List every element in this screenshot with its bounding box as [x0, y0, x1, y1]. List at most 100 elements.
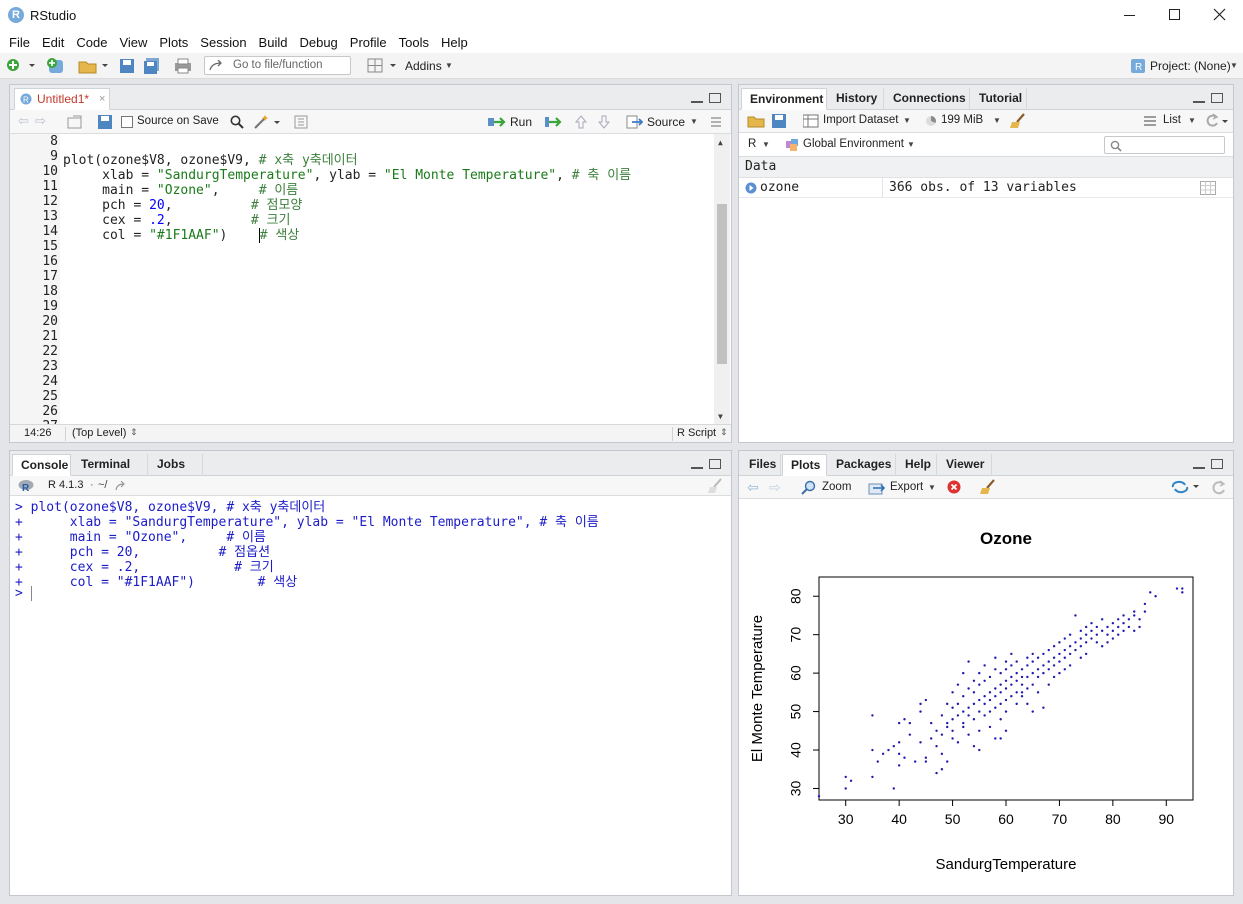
- maximize-button[interactable]: [1160, 4, 1190, 26]
- maximize-pane-icon[interactable]: [709, 93, 721, 103]
- search-icon[interactable]: [230, 115, 244, 129]
- clear-plots-broom-icon[interactable]: [979, 479, 997, 495]
- save-button[interactable]: [119, 58, 135, 74]
- remove-plot-icon[interactable]: [947, 480, 961, 494]
- close-button[interactable]: [1205, 4, 1235, 26]
- tab-help[interactable]: Help: [897, 454, 937, 476]
- scope-selector[interactable]: (Top Level): [72, 427, 126, 439]
- environment-row-ozone[interactable]: ozone 366 obs. of 13 variables: [739, 178, 1233, 198]
- tab-console[interactable]: Console: [12, 454, 71, 476]
- go-to-directory-icon[interactable]: [115, 481, 127, 491]
- menu-profile[interactable]: Profile: [345, 35, 392, 50]
- environment-scope-selector[interactable]: Global Environment ▼: [783, 136, 918, 154]
- console-output[interactable]: > plot(ozone$V8, ozone$V9, # x축 y축데이터 + …: [10, 496, 731, 895]
- minimize-pane-icon[interactable]: [1193, 459, 1205, 469]
- data-point: [1111, 621, 1115, 625]
- goto-file-input[interactable]: Go to file/function: [204, 56, 351, 75]
- pane-layout-button[interactable]: [367, 58, 397, 74]
- expand-object-icon[interactable]: [745, 182, 757, 194]
- plot-area[interactable]: Ozone 30 40 50 60 70 80 90 30 40 50 60 70 80 SandurgTe…: [739, 499, 1233, 895]
- menu-edit[interactable]: Edit: [37, 35, 69, 50]
- forward-arrow-icon[interactable]: ⇨: [35, 113, 46, 129]
- environment-search-input[interactable]: [1104, 136, 1225, 154]
- scrollbar-thumb[interactable]: [717, 204, 727, 364]
- show-in-window-icon[interactable]: [67, 115, 83, 129]
- menu-session[interactable]: Session: [195, 35, 251, 50]
- load-workspace-icon[interactable]: [747, 114, 765, 128]
- scroll-up-icon[interactable]: ▲: [718, 138, 723, 147]
- line-number: 18: [42, 284, 58, 299]
- code-content[interactable]: plot(ozone$V8, ozone$V9, # x축 y축데이터 xlab…: [63, 134, 703, 424]
- language-selector[interactable]: R ▼: [748, 137, 772, 153]
- clear-workspace-broom-icon[interactable]: [1009, 113, 1027, 129]
- filetype-selector[interactable]: R Script: [677, 427, 716, 439]
- maximize-pane-icon[interactable]: [1211, 93, 1223, 103]
- rerun-icon[interactable]: [545, 115, 565, 129]
- clear-console-broom-icon[interactable]: [707, 478, 725, 494]
- menu-tools[interactable]: Tools: [394, 35, 434, 50]
- minimize-button[interactable]: [1115, 4, 1145, 26]
- tab-viewer[interactable]: Viewer: [938, 454, 992, 476]
- tab-close-icon[interactable]: ×: [99, 89, 105, 110]
- scroll-down-icon[interactable]: ▼: [718, 412, 723, 421]
- view-table-icon[interactable]: [1200, 181, 1216, 195]
- code-tools-wand-icon[interactable]: [253, 114, 281, 130]
- new-project-icon[interactable]: [46, 57, 68, 75]
- memory-usage-button[interactable]: 199 MiB ▼: [925, 112, 1003, 130]
- data-point: [1175, 587, 1179, 590]
- data-point: [1090, 621, 1093, 625]
- menu-debug[interactable]: Debug: [294, 35, 342, 50]
- open-file-button[interactable]: [78, 57, 108, 75]
- tab-history[interactable]: History: [828, 88, 884, 110]
- previous-plot-icon[interactable]: ⇦: [747, 479, 759, 496]
- source-on-save-checkbox[interactable]: [121, 116, 133, 128]
- menu-help[interactable]: Help: [436, 35, 473, 50]
- editor-options-icon[interactable]: [709, 115, 723, 129]
- go-to-previous-section-icon[interactable]: [574, 114, 588, 130]
- maximize-pane-icon[interactable]: [709, 459, 721, 469]
- tab-terminal[interactable]: Terminal ×: [73, 454, 148, 492]
- save-workspace-icon[interactable]: [772, 114, 786, 128]
- minimize-pane-icon[interactable]: [691, 93, 703, 103]
- tab-files[interactable]: Files: [741, 454, 781, 476]
- tab-tutorial[interactable]: Tutorial: [971, 88, 1027, 110]
- project-menu-button[interactable]: R Project: (None) ▼: [1128, 57, 1238, 75]
- document-outline-icon[interactable]: [294, 115, 308, 129]
- go-to-next-section-icon[interactable]: [597, 114, 611, 130]
- zoom-button[interactable]: Zoom: [801, 479, 853, 496]
- export-button[interactable]: Export ▼: [868, 479, 938, 496]
- menu-plots[interactable]: Plots: [154, 35, 193, 50]
- minimize-pane-icon[interactable]: [1193, 93, 1205, 103]
- list-view-button[interactable]: List ▼: [1143, 113, 1196, 129]
- minimize-pane-icon[interactable]: [691, 459, 703, 469]
- print-button[interactable]: [174, 58, 192, 74]
- tab-untitled1[interactable]: R Untitled1* ×: [14, 88, 110, 110]
- next-plot-icon[interactable]: ⇨: [769, 479, 781, 496]
- back-arrow-icon[interactable]: ⇦: [18, 113, 29, 129]
- save-all-button[interactable]: [143, 58, 161, 74]
- publish-sync-icon[interactable]: [1171, 480, 1201, 494]
- tab-jobs[interactable]: Jobs ×: [149, 454, 203, 492]
- tab-jobs-label: Jobs: [157, 457, 186, 471]
- tab-connections[interactable]: Connections: [885, 88, 970, 110]
- console-prompt[interactable]: > ​: [15, 586, 32, 601]
- tab-environment[interactable]: Environment: [741, 88, 827, 110]
- menu-code[interactable]: Code: [71, 35, 112, 50]
- tab-packages[interactable]: Packages: [828, 454, 896, 476]
- menu-build[interactable]: Build: [254, 35, 293, 50]
- source-button[interactable]: Source ▼: [624, 112, 700, 131]
- addins-button[interactable]: Addins ▼: [405, 58, 457, 74]
- refresh-icon[interactable]: [1204, 113, 1230, 129]
- working-directory[interactable]: ~/: [98, 479, 107, 491]
- tab-plots[interactable]: Plots: [782, 454, 827, 476]
- menu-file[interactable]: File: [4, 35, 35, 50]
- menu-view[interactable]: View: [114, 35, 152, 50]
- run-button[interactable]: Run: [486, 112, 532, 131]
- code-editor[interactable]: 89101112131415161718192021222324252627 p…: [10, 134, 730, 424]
- save-file-icon[interactable]: [98, 115, 112, 129]
- refresh-plot-icon[interactable]: [1211, 480, 1227, 495]
- maximize-pane-icon[interactable]: [1211, 459, 1223, 469]
- new-file-button[interactable]: [6, 58, 36, 74]
- editor-scrollbar[interactable]: ▲ ▼: [714, 134, 730, 424]
- import-dataset-button[interactable]: Import Dataset ▼: [801, 112, 913, 130]
